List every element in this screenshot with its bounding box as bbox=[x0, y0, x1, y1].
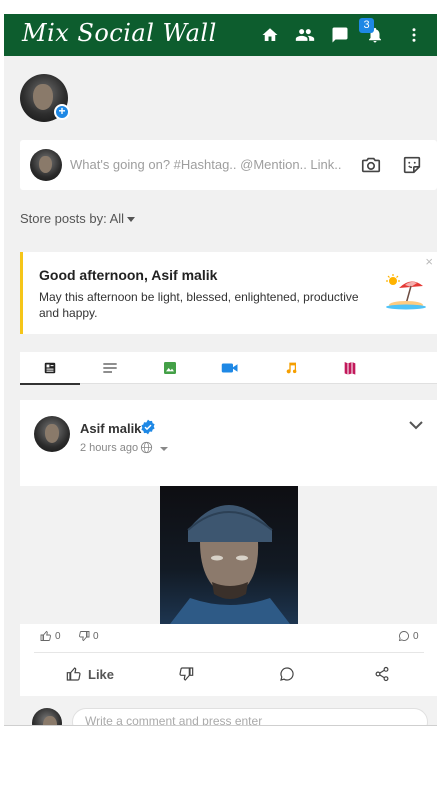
greeting-card: Good afternoon, Asif malik May this afte… bbox=[20, 252, 437, 334]
top-bar: Mix Social Wall 3 bbox=[4, 14, 437, 56]
map-icon bbox=[344, 362, 356, 375]
greeting-title: Good afternoon, Asif malik bbox=[39, 267, 218, 283]
thumbs-down-icon bbox=[79, 631, 90, 642]
dislike-count[interactable]: 0 bbox=[78, 630, 99, 642]
tab-all[interactable] bbox=[20, 352, 80, 385]
comment-row: Write a comment and press enter bbox=[20, 696, 437, 726]
comment-icon bbox=[398, 631, 409, 642]
dislike-button[interactable] bbox=[178, 666, 194, 682]
friends-icon[interactable] bbox=[294, 24, 316, 46]
messages-icon[interactable] bbox=[329, 24, 351, 46]
post-media bbox=[20, 486, 437, 624]
tab-video[interactable] bbox=[200, 352, 260, 384]
globe-icon bbox=[140, 441, 153, 454]
like-count[interactable]: 0 bbox=[40, 630, 61, 642]
store-posts-label: Store posts by: All bbox=[20, 211, 125, 226]
post-actions: Like bbox=[20, 662, 437, 692]
verified-icon bbox=[141, 419, 155, 435]
thumbs-down-icon bbox=[179, 667, 194, 681]
camera-icon[interactable] bbox=[360, 154, 382, 176]
post-author[interactable]: Asif malik bbox=[80, 421, 141, 436]
post-type-tabs bbox=[20, 352, 437, 385]
add-story-icon[interactable]: + bbox=[54, 104, 70, 120]
tab-map[interactable] bbox=[320, 352, 380, 384]
tab-music[interactable] bbox=[260, 352, 320, 384]
post-photo[interactable] bbox=[160, 486, 298, 624]
tab-photo[interactable] bbox=[140, 352, 200, 384]
music-icon bbox=[286, 362, 297, 374]
thumbs-up-icon bbox=[40, 630, 51, 641]
video-icon bbox=[221, 363, 238, 373]
post-composer[interactable]: What's going on? #Hashtag.. @Mention.. L… bbox=[20, 140, 437, 190]
post-options-chevron-icon[interactable] bbox=[409, 420, 423, 430]
post-timestamp: 2 hours ago bbox=[80, 442, 139, 454]
comment-count[interactable]: 0 bbox=[398, 630, 419, 642]
comment-icon bbox=[280, 667, 294, 681]
notification-badge: 3 bbox=[359, 18, 374, 33]
privacy-chevron-down-icon[interactable] bbox=[160, 447, 168, 451]
bottom-divider bbox=[4, 725, 437, 726]
greeting-text: May this afternoon be light, blessed, en… bbox=[39, 290, 359, 320]
chevron-down-icon bbox=[127, 217, 136, 223]
thumbs-up-icon bbox=[66, 667, 81, 681]
divider bbox=[34, 652, 424, 653]
share-icon bbox=[375, 666, 389, 682]
comment-button[interactable] bbox=[279, 666, 295, 682]
text-icon bbox=[103, 363, 117, 373]
composer-avatar bbox=[30, 149, 62, 181]
like-button[interactable]: Like bbox=[66, 666, 114, 682]
tab-text[interactable] bbox=[80, 352, 140, 384]
reaction-counts: 0 0 0 bbox=[20, 626, 437, 648]
close-icon[interactable]: × bbox=[425, 254, 433, 269]
commenter-avatar bbox=[32, 708, 62, 726]
home-icon[interactable] bbox=[259, 24, 281, 46]
app-frame: Mix Social Wall 3 + What's going on? #Ha… bbox=[4, 14, 437, 726]
app-title[interactable]: Mix Social Wall bbox=[22, 19, 217, 47]
store-posts-filter[interactable]: Store posts by: All bbox=[20, 211, 136, 226]
sticker-icon[interactable] bbox=[401, 154, 423, 176]
author-avatar[interactable] bbox=[34, 416, 70, 452]
post-card: Asif malik 2 hours ago 0 0 0 Like Write … bbox=[20, 400, 437, 726]
share-button[interactable] bbox=[374, 666, 390, 682]
all-posts-icon bbox=[44, 362, 56, 374]
composer-input[interactable]: What's going on? #Hashtag.. @Mention.. L… bbox=[70, 157, 342, 172]
comment-input[interactable]: Write a comment and press enter bbox=[72, 708, 428, 726]
more-menu-icon[interactable] bbox=[403, 24, 425, 46]
photo-icon bbox=[164, 362, 176, 374]
beach-umbrella-icon bbox=[386, 274, 426, 310]
